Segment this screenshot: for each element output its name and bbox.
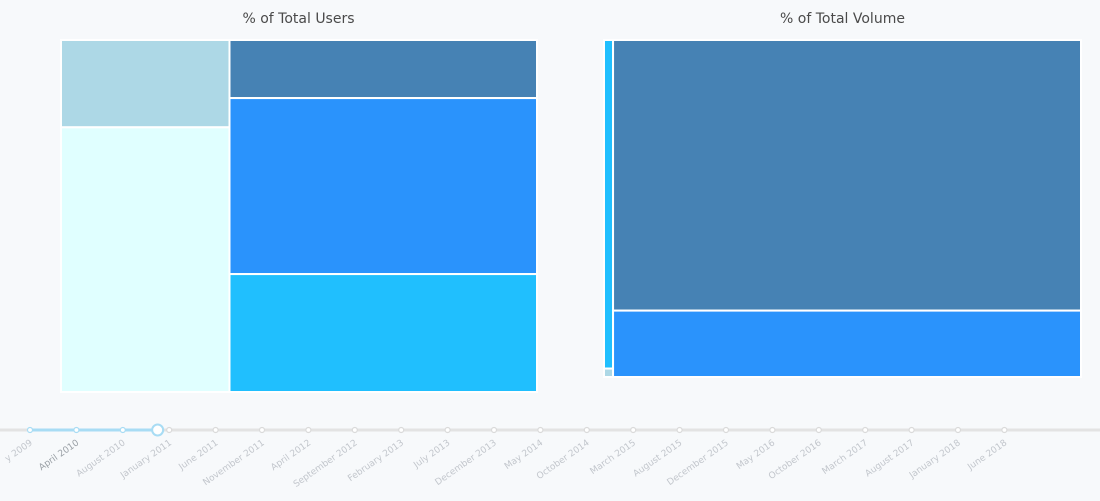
timeline-tick[interactable] bbox=[351, 426, 358, 434]
timeline-tick[interactable] bbox=[908, 426, 915, 434]
timeline-tick[interactable] bbox=[398, 426, 405, 434]
timeline-label: y 2009 bbox=[4, 438, 35, 464]
volume-treemap-cell-0-0[interactable] bbox=[603, 39, 615, 370]
timeline-tick[interactable] bbox=[305, 426, 312, 434]
timeline-tick[interactable] bbox=[444, 426, 451, 434]
timeline-tick[interactable] bbox=[258, 426, 266, 434]
timeline-label: July 2013 bbox=[411, 438, 452, 471]
timeline-tick[interactable] bbox=[862, 426, 869, 434]
timeline-label: April 2010 bbox=[37, 438, 81, 473]
timeline-tick[interactable] bbox=[119, 426, 126, 434]
timeline-label: May 2016 bbox=[735, 438, 777, 472]
timeline-tick[interactable] bbox=[490, 426, 498, 434]
timeline-label: June 2018 bbox=[965, 438, 1009, 473]
timeline-tick[interactable] bbox=[166, 426, 173, 434]
volume-treemap-cell-1-0[interactable] bbox=[612, 39, 1082, 312]
timeline-label: June 2011 bbox=[177, 438, 221, 473]
volume-treemap-cell-1-1[interactable] bbox=[612, 309, 1082, 378]
timeline-tick[interactable] bbox=[815, 426, 822, 434]
timeline-tick[interactable] bbox=[537, 426, 544, 434]
timeline-label: April 2012 bbox=[269, 438, 313, 473]
timeline-tick[interactable] bbox=[26, 426, 34, 434]
timeline-tick[interactable] bbox=[630, 426, 637, 434]
volume-treemap-cell-0-1[interactable] bbox=[603, 367, 615, 379]
timeline-tick[interactable] bbox=[954, 426, 962, 434]
timeline-tick[interactable] bbox=[1001, 426, 1008, 434]
timeline-label: May 2014 bbox=[503, 438, 545, 472]
timeline-tick[interactable] bbox=[73, 426, 80, 434]
timeline-tick[interactable] bbox=[583, 426, 590, 434]
timeline-label: January 2011 bbox=[118, 438, 174, 481]
timeline-tick[interactable] bbox=[212, 426, 219, 434]
timeline-knob[interactable] bbox=[151, 423, 165, 437]
timeline-tick[interactable] bbox=[676, 426, 683, 434]
timeline-tick[interactable] bbox=[722, 426, 730, 434]
timeline-slider[interactable]: y 2009 April 2010August 2010January 2011 J… bbox=[0, 400, 1100, 501]
timeline-label: January 2018 bbox=[907, 438, 963, 481]
timeline-tick[interactable] bbox=[769, 426, 776, 434]
